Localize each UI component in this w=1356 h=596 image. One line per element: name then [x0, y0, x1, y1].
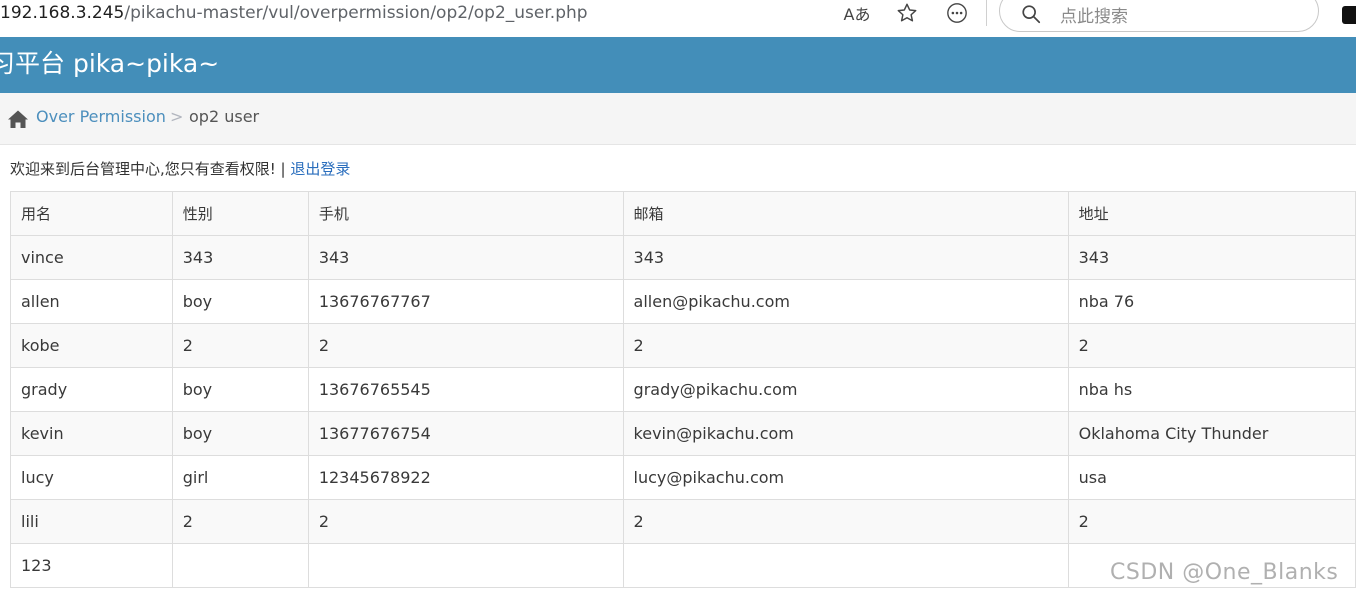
- cell-gender: 2: [171, 499, 309, 544]
- url-host: 192.168.3.245: [0, 3, 125, 23]
- cell-username: 123: [10, 543, 173, 588]
- cell-email: allen@pikachu.com: [622, 279, 1069, 324]
- profile-icon[interactable]: [1342, 6, 1356, 24]
- cell-phone: 2: [307, 499, 624, 544]
- cell-gender: boy: [171, 279, 309, 324]
- cell-username: vince: [10, 235, 173, 280]
- cell-address: 2: [1067, 323, 1356, 368]
- cell-username: grady: [10, 367, 173, 412]
- column-header-phone: 手机: [307, 191, 624, 236]
- cell-email: [622, 543, 1069, 588]
- cell-username: kevin: [10, 411, 173, 456]
- cell-phone: 13676765545: [307, 367, 624, 412]
- column-header-gender: 性别: [171, 191, 309, 236]
- cell-username: kobe: [10, 323, 173, 368]
- cell-gender: [171, 543, 309, 588]
- cell-address: 2: [1067, 499, 1356, 544]
- cell-phone: [307, 543, 624, 588]
- cell-address: nba 76: [1067, 279, 1356, 324]
- home-icon: [8, 110, 28, 128]
- cell-address: 343: [1067, 235, 1356, 280]
- address-bar[interactable]: 192.168.3.245/pikachu-master/vul/overper…: [0, 2, 588, 24]
- cell-phone: 343: [307, 235, 624, 280]
- site-header: 习平台 pika~pika~: [0, 37, 1356, 93]
- breadcrumb: Over Permission > op2 user: [0, 93, 1356, 145]
- cell-email: lucy@pikachu.com: [622, 455, 1069, 500]
- search-input[interactable]: 点此搜索: [999, 0, 1319, 32]
- cell-address: usa: [1067, 455, 1356, 500]
- cell-email: grady@pikachu.com: [622, 367, 1069, 412]
- watermark: CSDN @One_Blanks: [1110, 560, 1339, 585]
- column-header-email: 邮箱: [622, 191, 1069, 236]
- cell-gender: 343: [171, 235, 309, 280]
- read-aloud-icon[interactable]: Aあ: [843, 0, 871, 26]
- welcome-text: 欢迎来到后台管理中心,您只有查看权限! |: [10, 160, 291, 178]
- breadcrumb-separator-icon: >: [170, 107, 184, 126]
- cell-gender: boy: [171, 411, 309, 456]
- cell-username: lili: [10, 499, 173, 544]
- site-title[interactable]: 习平台 pika~pika~: [0, 49, 219, 79]
- table-row: allen boy 13676767767 allen@pikachu.com …: [10, 279, 1356, 324]
- table-row: lili 2 2 2 2: [10, 499, 1356, 544]
- cell-phone: 13677676754: [307, 411, 624, 456]
- cell-email: 343: [622, 235, 1069, 280]
- cell-username: lucy: [10, 455, 173, 500]
- toolbar-divider: [986, 0, 987, 26]
- table-header-row: 用名 性别 手机 邮箱 地址: [10, 191, 1356, 236]
- more-icon[interactable]: [944, 0, 970, 26]
- column-header-address: 地址: [1067, 191, 1356, 236]
- cell-phone: 12345678922: [307, 455, 624, 500]
- search-placeholder: 点此搜索: [1060, 7, 1128, 27]
- star-icon[interactable]: [894, 0, 920, 26]
- cell-email: kevin@pikachu.com: [622, 411, 1069, 456]
- cell-gender: 2: [171, 323, 309, 368]
- welcome-message: 欢迎来到后台管理中心,您只有查看权限! | 退出登录: [10, 158, 350, 179]
- cell-phone: 13676767767: [307, 279, 624, 324]
- cell-address: Oklahoma City Thunder: [1067, 411, 1356, 456]
- cell-email: 2: [622, 323, 1069, 368]
- breadcrumb-over-permission-link[interactable]: Over Permission: [36, 107, 166, 126]
- table-row: grady boy 13676765545 grady@pikachu.com …: [10, 367, 1356, 412]
- table-row: vince 343 343 343 343: [10, 235, 1356, 280]
- column-header-username: 用名: [10, 191, 173, 236]
- cell-email: 2: [622, 499, 1069, 544]
- table-row: kevin boy 13677676754 kevin@pikachu.com …: [10, 411, 1356, 456]
- search-icon: [1022, 5, 1041, 24]
- cell-gender: girl: [171, 455, 309, 500]
- cell-address: nba hs: [1067, 367, 1356, 412]
- logout-link[interactable]: 退出登录: [290, 160, 350, 178]
- cell-gender: boy: [171, 367, 309, 412]
- table-row: lucy girl 12345678922 lucy@pikachu.com u…: [10, 455, 1356, 500]
- breadcrumb-current: op2 user: [189, 107, 260, 126]
- cell-phone: 2: [307, 323, 624, 368]
- browser-toolbar: 192.168.3.245/pikachu-master/vul/overper…: [0, 0, 1356, 37]
- cell-username: allen: [10, 279, 173, 324]
- url-path: /pikachu-master/vul/overpermission/op2/o…: [124, 3, 588, 23]
- user-table: 用名 性别 手机 邮箱 地址 vince 343 343 343 343 all…: [10, 191, 1356, 588]
- table-row: kobe 2 2 2 2: [10, 323, 1356, 368]
